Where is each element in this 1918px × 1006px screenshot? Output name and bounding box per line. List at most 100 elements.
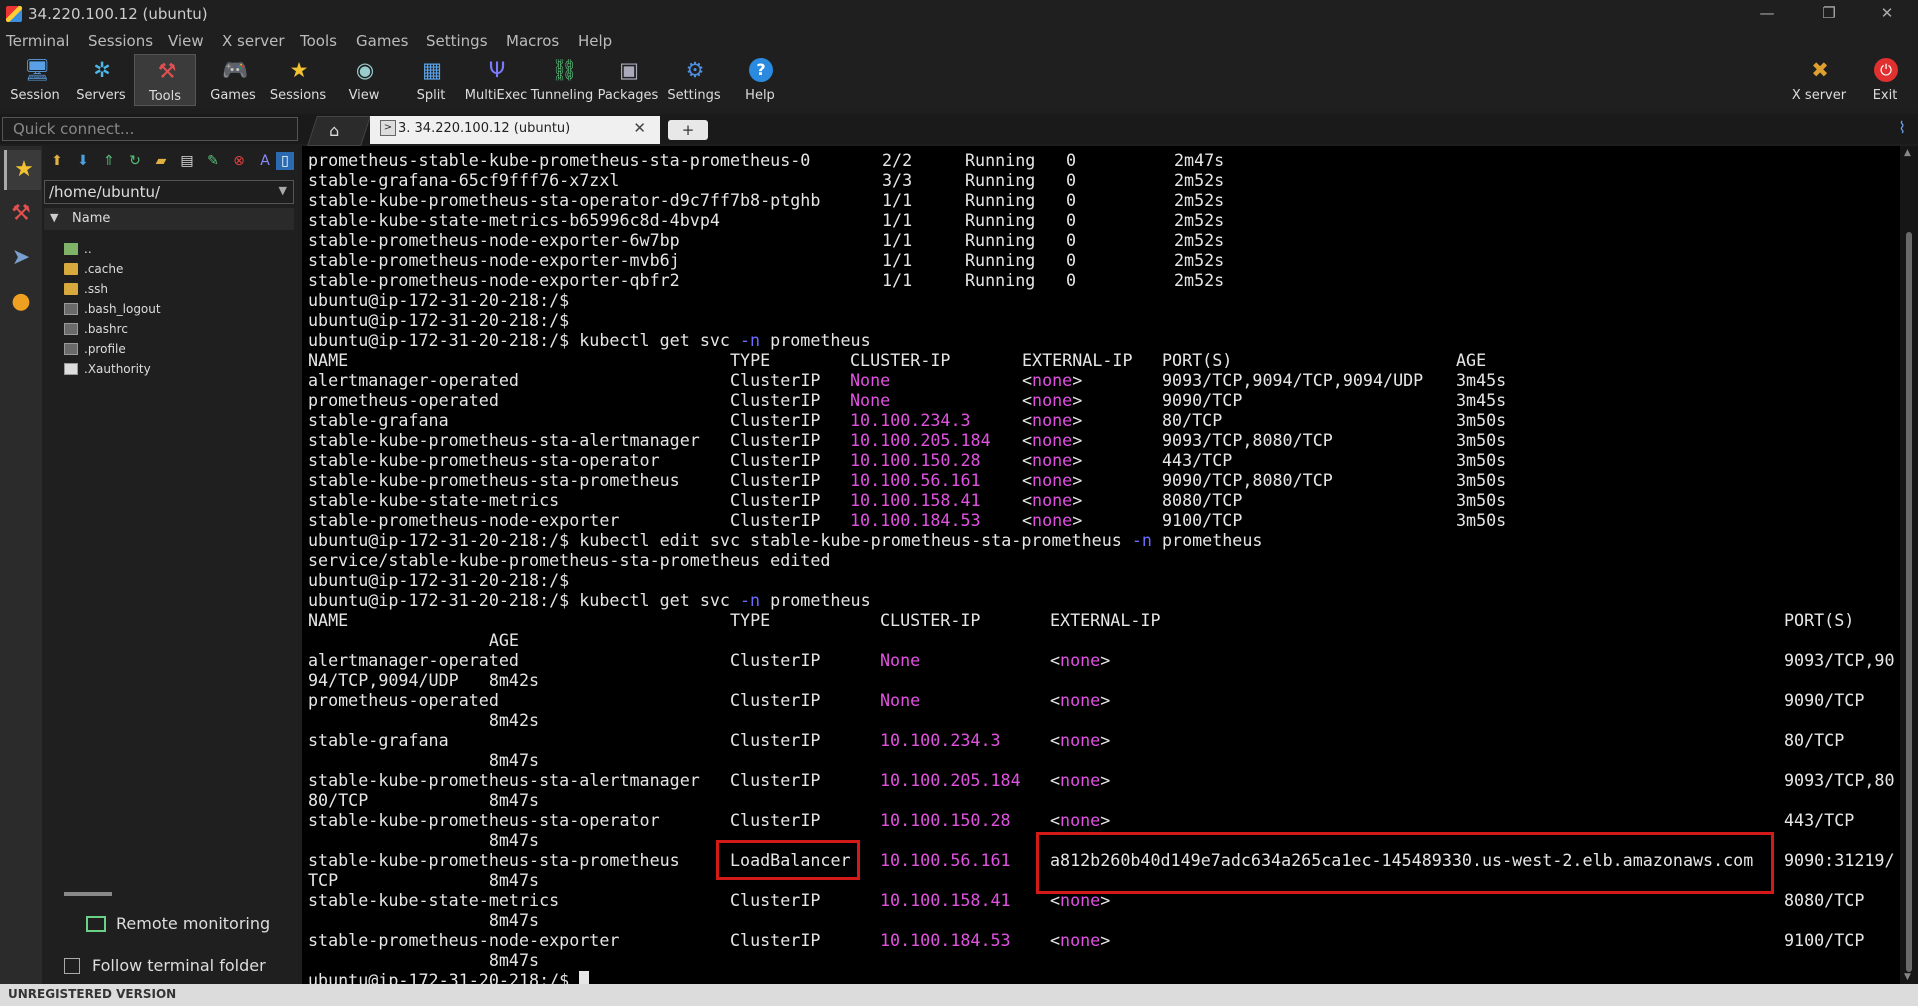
service-external-ip: <none> xyxy=(1050,930,1111,950)
tools-side-icon[interactable]: ⚒ xyxy=(4,194,38,234)
menu-tools[interactable]: Tools xyxy=(300,32,337,50)
header-ports: PORT(S) xyxy=(1162,350,1233,370)
service-wrap-text: 8m47s xyxy=(308,950,540,970)
settings-button[interactable]: ⚙ Settings xyxy=(663,54,725,106)
servers-button[interactable]: ✲ Servers xyxy=(70,54,132,106)
service-name: stable-grafana xyxy=(308,730,449,750)
service-ports: 9093/TCP,9094/TCP,9094/UDP xyxy=(1162,370,1424,390)
service-cluster-ip: 10.100.205.184 xyxy=(880,770,1021,790)
service-name: stable-kube-prometheus-sta-operator xyxy=(308,450,660,470)
loadbalancer-highlight xyxy=(716,840,860,880)
menu-help[interactable]: Help xyxy=(578,32,612,50)
scroll-down-icon[interactable]: ▼ xyxy=(1904,972,1911,982)
service-name: alertmanager-operated xyxy=(308,650,519,670)
upload-icon[interactable]: ⇑ xyxy=(100,152,118,170)
window-title: 34.220.100.12 (ubuntu) xyxy=(28,5,208,23)
status-bar: UNREGISTERED VERSION xyxy=(0,984,1918,1006)
session-button[interactable]: 🖥 Session xyxy=(4,54,66,106)
terminal-output[interactable]: prometheus-stable-kube-prometheus-sta-pr… xyxy=(302,146,1900,984)
exit-button[interactable]: ⏻ Exit xyxy=(1854,54,1916,106)
view-button[interactable]: ◉ View xyxy=(333,54,395,106)
service-type: ClusterIP xyxy=(730,890,821,910)
scroll-thumb[interactable] xyxy=(1906,232,1912,972)
tunneling-button[interactable]: ⛓ Tunneling xyxy=(531,54,593,106)
prompt-line: ubuntu@ip-172-31-20-218:/$ xyxy=(308,290,569,310)
new-folder-icon[interactable]: ▰ xyxy=(152,152,170,170)
scroll-up-icon[interactable]: ▲ xyxy=(1904,148,1911,158)
header-ports: PORT(S) xyxy=(1784,610,1855,630)
session-tab[interactable]: > 3. 34.220.100.12 (ubuntu) ✕ xyxy=(370,116,660,144)
service-cluster-ip: 10.100.234.3 xyxy=(850,410,971,430)
chevron-down-icon[interactable]: ▼ xyxy=(279,184,287,197)
minimize-icon[interactable]: — xyxy=(1752,4,1782,22)
menu-xserver[interactable]: X server xyxy=(222,32,285,50)
close-tab-icon[interactable]: ✕ xyxy=(633,119,646,137)
new-file-icon[interactable]: ▤ xyxy=(178,152,196,170)
download-icon[interactable]: ⬇ xyxy=(74,152,92,170)
sessions-button[interactable]: ★ Sessions xyxy=(267,54,329,106)
service-name: stable-grafana xyxy=(308,410,449,430)
folder-icon xyxy=(64,263,78,275)
header-type: TYPE xyxy=(730,350,771,370)
sftp-toolbar: ⬆ ⬇ ⇑ ↻ ▰ ▤ ✎ ⊗ A ▯ xyxy=(42,150,298,174)
service-ports: 9090/TCP xyxy=(1784,690,1865,710)
name-column-header[interactable]: ▼ Name xyxy=(44,208,294,230)
service-ports: 9093/TCP,90 xyxy=(1784,650,1895,670)
help-button[interactable]: ? Help xyxy=(729,54,791,106)
macros-icon[interactable]: ● xyxy=(4,282,38,322)
service-external-ip: <none> xyxy=(1022,390,1083,410)
menu-view[interactable]: View xyxy=(168,32,204,50)
command-flag: -n xyxy=(740,330,761,350)
service-cluster-ip: 10.100.184.53 xyxy=(850,510,981,530)
split-button[interactable]: ▦ Split xyxy=(400,54,462,106)
home-tab[interactable]: ⌂ xyxy=(307,116,371,146)
tools-button[interactable]: ⚒ Tools xyxy=(134,54,196,106)
menu-games[interactable]: Games xyxy=(356,32,408,50)
restore-icon[interactable]: ❐ xyxy=(1814,4,1844,22)
delete-icon[interactable]: ⊗ xyxy=(230,152,248,170)
sessions-star-icon[interactable]: ★ xyxy=(4,150,41,190)
pod-status: Running xyxy=(965,210,1036,230)
packages-button[interactable]: ▣ Packages xyxy=(597,54,659,106)
sftp-send-icon[interactable]: ➤ xyxy=(4,238,38,278)
multiexec-button[interactable]: Ψ MultiExec xyxy=(465,54,527,106)
service-external-ip: <none> xyxy=(1022,430,1083,450)
menu-terminal[interactable]: Terminal xyxy=(6,32,69,50)
service-ports: 9090/TCP,8080/TCP xyxy=(1162,470,1333,490)
checkbox-icon[interactable] xyxy=(64,958,80,974)
pod-status: Running xyxy=(965,170,1036,190)
command-text: kubectl get svc xyxy=(569,330,741,350)
menu-bar: Terminal Sessions View X server Tools Ga… xyxy=(0,28,1918,52)
pod-age: 2m47s xyxy=(1174,150,1225,170)
rename-icon[interactable]: A xyxy=(256,152,274,170)
games-button[interactable]: 🎮 Games xyxy=(202,54,264,106)
edit-icon[interactable]: ✎ xyxy=(204,152,222,170)
path-field[interactable]: /home/ubuntu/ ▼ xyxy=(44,180,294,204)
up-folder-icon xyxy=(64,243,78,255)
menu-settings[interactable]: Settings xyxy=(426,32,488,50)
refresh-icon[interactable]: ↻ xyxy=(126,152,144,170)
games-icon: 🎮 xyxy=(222,58,249,82)
terminal-space xyxy=(569,970,579,984)
service-ports: 9100/TCP xyxy=(1162,510,1243,530)
panel-scrollbar[interactable] xyxy=(64,892,112,896)
power-icon: ⏻ xyxy=(1874,58,1898,82)
pod-ready: 1/1 xyxy=(882,210,913,230)
service-age: 3m50s xyxy=(1456,430,1507,450)
service-external-ip: <none> xyxy=(1022,490,1083,510)
side-strip: ★ ⚒ ➤ ● xyxy=(0,146,43,984)
terminal-scrollbar[interactable]: ▲ ▼ xyxy=(1900,146,1918,984)
attach-icon[interactable]: ⌇ xyxy=(1898,118,1906,137)
menu-macros[interactable]: Macros xyxy=(506,32,559,50)
parent-folder-icon[interactable]: ⬆ xyxy=(48,152,66,170)
new-tab-button[interactable]: + xyxy=(668,120,708,140)
quick-connect-input[interactable]: Quick connect... xyxy=(2,117,298,141)
close-window-icon[interactable]: ✕ xyxy=(1872,4,1902,22)
menu-sessions[interactable]: Sessions xyxy=(88,32,153,50)
pod-age: 2m52s xyxy=(1174,210,1225,230)
xserver-button[interactable]: ✖ X server xyxy=(1788,54,1850,106)
sync-icon[interactable]: ▯ xyxy=(276,152,294,170)
service-ports: 9093/TCP,80 xyxy=(1784,770,1895,790)
command-text: kubectl edit svc stable-kube-prometheus-… xyxy=(569,530,1132,550)
service-name: stable-kube-prometheus-sta-alertmanager xyxy=(308,770,700,790)
